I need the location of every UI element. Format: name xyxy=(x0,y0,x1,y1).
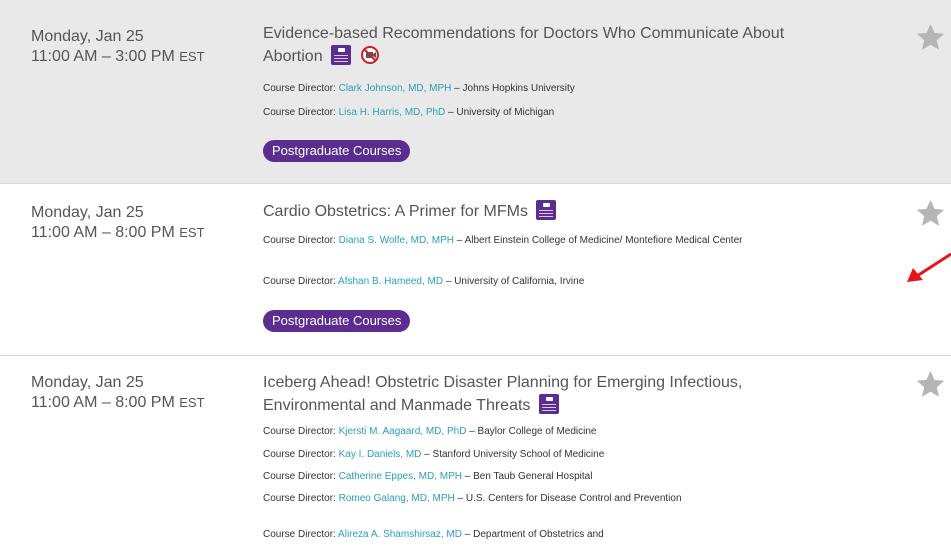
director-link[interactable]: Kay I. Daniels, MD xyxy=(339,449,422,460)
director-affiliation: – Department of Obstetrics and xyxy=(461,529,604,540)
session-time-range: 11:00 AM – 8:00 PM xyxy=(31,394,175,411)
session-date: Monday, Jan 25 xyxy=(31,204,144,221)
course-director: Course Director: Kay I. Daniels, MD – St… xyxy=(263,448,783,461)
director-affiliation: – Johns Hopkins University xyxy=(451,83,575,94)
director-affiliation: – University of Michigan xyxy=(445,107,555,118)
director-affiliation: – Stanford University School of Medicine xyxy=(421,449,605,460)
director-link[interactable]: Clark Johnson, MD, MPH xyxy=(339,83,452,94)
session-time-range: 11:00 AM – 3:00 PM xyxy=(31,48,175,65)
registration-badge-icon xyxy=(536,200,557,220)
session-date-block: Monday, Jan 25 11:00 AM – 8:00 PM EST xyxy=(31,203,205,243)
director-affiliation: – Albert Einstein College of Medicine/ M… xyxy=(454,235,743,246)
session-time: 11:00 AM – 8:00 PM EST xyxy=(31,223,205,243)
director-link[interactable]: Lisa H. Harris, MD, PhD xyxy=(339,107,446,118)
session-row[interactable]: Monday, Jan 25 11:00 AM – 8:00 PM EST Ca… xyxy=(0,184,951,356)
session-title[interactable]: Cardio Obstetrics: A Primer for MFMs xyxy=(263,203,528,220)
red-arrow-icon xyxy=(907,252,951,282)
director-affiliation: – Ben Taub General Hospital xyxy=(461,471,593,482)
director-prefix: Course Director: xyxy=(263,471,336,482)
session-timezone: EST xyxy=(179,225,205,240)
director-affiliation: – Baylor College of Medicine xyxy=(466,426,597,437)
director-affiliation: – University of California, Irvine xyxy=(443,276,585,287)
registration-badge-icon xyxy=(538,394,559,414)
session-date-block: Monday, Jan 25 11:00 AM – 3:00 PM EST xyxy=(31,27,205,67)
director-link[interactable]: Afshan B. Hameed, MD xyxy=(338,276,443,287)
course-director: Course Director: Alireza A. Shamshirsaz,… xyxy=(263,528,783,541)
course-director: Course Director: Afshan B. Hameed, MD – … xyxy=(263,275,783,288)
session-title-block: Iceberg Ahead! Obstetric Disaster Planni… xyxy=(263,371,763,417)
director-prefix: Course Director: xyxy=(263,83,336,94)
director-prefix: Course Director: xyxy=(263,449,336,460)
favorite-star-icon[interactable] xyxy=(915,198,946,229)
director-prefix: Course Director: xyxy=(263,107,336,118)
director-link[interactable]: Diana S. Wolfe, MD, MPH xyxy=(339,235,454,246)
director-prefix: Course Director: xyxy=(263,276,336,287)
course-director: Course Director: Diana S. Wolfe, MD, MPH… xyxy=(263,234,783,247)
director-link[interactable]: Catherine Eppes, MD, MPH xyxy=(339,471,462,482)
director-link[interactable]: Kjersti M. Aagaard, MD, PhD xyxy=(339,426,467,437)
session-title-block: Evidence-based Recommendations for Docto… xyxy=(263,22,823,68)
course-director: Course Director: Kjersti M. Aagaard, MD,… xyxy=(263,425,783,438)
session-date: Monday, Jan 25 xyxy=(31,28,144,45)
course-director: Course Director: Romeo Galang, MD, MPH –… xyxy=(263,492,783,505)
director-link[interactable]: Romeo Galang, MD, MPH xyxy=(339,493,455,504)
course-director: Course Director: Lisa H. Harris, MD, PhD… xyxy=(263,106,783,119)
no-recording-icon xyxy=(360,46,379,64)
director-prefix: Course Director: xyxy=(263,529,336,540)
registration-badge-icon xyxy=(331,45,352,65)
session-timezone: EST xyxy=(179,49,205,64)
director-affiliation: – U.S. Centers for Disease Control and P… xyxy=(454,493,682,504)
category-pill[interactable]: Postgraduate Courses xyxy=(263,140,411,162)
course-director: Course Director: Catherine Eppes, MD, MP… xyxy=(263,470,783,483)
director-prefix: Course Director: xyxy=(263,426,336,437)
course-director: Course Director: Clark Johnson, MD, MPH … xyxy=(263,82,783,95)
session-row[interactable]: Monday, Jan 25 11:00 AM – 3:00 PM EST Ev… xyxy=(0,0,951,184)
director-link[interactable]: Alireza A. Shamshirsaz, MD xyxy=(338,529,462,540)
director-prefix: Course Director: xyxy=(263,493,336,504)
favorite-star-icon[interactable] xyxy=(915,369,946,400)
session-time: 11:00 AM – 8:00 PM EST xyxy=(31,393,205,413)
director-prefix: Course Director: xyxy=(263,235,336,246)
session-time: 11:00 AM – 3:00 PM EST xyxy=(31,47,205,67)
session-time-range: 11:00 AM – 8:00 PM xyxy=(31,224,175,241)
session-title-block: Cardio Obstetrics: A Primer for MFMs xyxy=(263,200,823,223)
session-row[interactable]: Monday, Jan 25 11:00 AM – 8:00 PM EST Ic… xyxy=(0,356,951,555)
session-timezone: EST xyxy=(179,395,205,410)
session-date: Monday, Jan 25 xyxy=(31,374,144,391)
category-pill[interactable]: Postgraduate Courses xyxy=(263,310,411,332)
favorite-star-icon[interactable] xyxy=(915,22,946,53)
session-title[interactable]: Iceberg Ahead! Obstetric Disaster Planni… xyxy=(263,374,742,414)
session-date-block: Monday, Jan 25 11:00 AM – 8:00 PM EST xyxy=(31,373,205,413)
